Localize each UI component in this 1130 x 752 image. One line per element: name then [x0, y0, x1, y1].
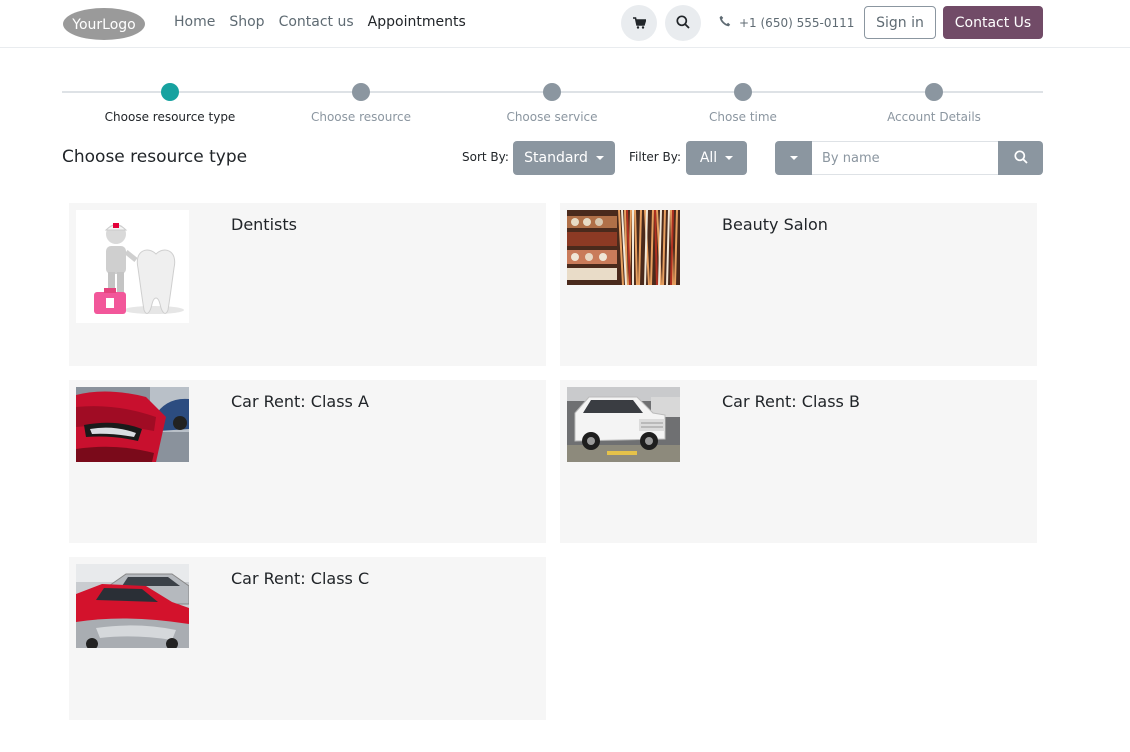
card-title: Dentists: [231, 215, 297, 234]
nav-appointments[interactable]: Appointments: [368, 14, 466, 30]
car-class-b-image: [567, 387, 680, 462]
nav-contact-us[interactable]: Contact us: [279, 14, 354, 30]
search-options-dropdown[interactable]: [775, 141, 812, 175]
car-class-c-image: [76, 564, 189, 648]
sort-dropdown[interactable]: Standard: [513, 141, 615, 175]
nav-home[interactable]: Home: [174, 14, 215, 30]
filter-value: All: [699, 150, 718, 166]
search-icon: [676, 14, 690, 33]
beauty-salon-image: [567, 210, 680, 285]
contact-us-button[interactable]: Contact Us: [943, 6, 1043, 39]
step-dot: [352, 83, 370, 101]
resource-card-car-rent-class-b[interactable]: Car Rent: Class B: [560, 380, 1037, 543]
step-choose-service: Choose service: [457, 83, 647, 124]
search-input[interactable]: [812, 141, 998, 175]
step-label: Account Details: [887, 110, 981, 124]
phone-icon: [719, 15, 731, 30]
resource-card-car-rent-class-a[interactable]: Car Rent: Class A: [69, 380, 546, 543]
header-search-button[interactable]: [665, 5, 701, 41]
filter-by-label: Filter By:: [629, 150, 682, 164]
filter-dropdown[interactable]: All: [686, 141, 747, 175]
step-dot-active: [161, 83, 179, 101]
nav-shop[interactable]: Shop: [229, 14, 264, 30]
step-label: Chose time: [709, 110, 777, 124]
sign-in-button[interactable]: Sign in: [864, 6, 936, 39]
cart-button[interactable]: [621, 5, 657, 41]
step-account-details: Account Details: [839, 83, 1029, 124]
resource-card-dentists[interactable]: Dentists: [69, 203, 546, 366]
cart-icon: [632, 14, 647, 33]
step-choose-resource: Choose resource: [266, 83, 456, 124]
step-dot: [734, 83, 752, 101]
dentist-image: [76, 210, 189, 323]
resource-card-beauty-salon[interactable]: Beauty Salon: [560, 203, 1037, 366]
step-choose-resource-type: Choose resource type: [75, 83, 265, 124]
caret-down-icon: [789, 156, 798, 160]
main-nav: Home Shop Contact us Appointments: [174, 14, 466, 30]
search-icon: [1013, 149, 1028, 168]
card-title: Car Rent: Class C: [231, 569, 370, 588]
search-submit-button[interactable]: [998, 141, 1043, 175]
page-title: Choose resource type: [62, 147, 248, 167]
logo[interactable]: YourLogo: [62, 7, 146, 41]
sort-by-label: Sort By:: [462, 150, 509, 164]
card-title: Beauty Salon: [722, 215, 828, 234]
caret-down-icon: [725, 156, 734, 160]
logo-text: YourLogo: [71, 17, 135, 33]
step-dot: [543, 83, 561, 101]
resource-card-car-rent-class-c[interactable]: Car Rent: Class C: [69, 557, 546, 720]
caret-down-icon: [595, 156, 604, 160]
step-dot: [925, 83, 943, 101]
phone-link[interactable]: +1 (650) 555-0111: [719, 15, 854, 30]
step-chose-time: Chose time: [648, 83, 838, 124]
sort-value: Standard: [524, 150, 588, 166]
card-title: Car Rent: Class B: [722, 392, 860, 411]
step-label: Choose service: [506, 110, 598, 124]
step-label: Choose resource: [310, 110, 412, 124]
search-group: [775, 141, 1043, 175]
phone-number: +1 (650) 555-0111: [739, 15, 855, 30]
step-label: Choose resource type: [104, 110, 236, 124]
card-title: Car Rent: Class A: [231, 392, 369, 411]
car-class-a-image: [76, 387, 189, 462]
site-header: YourLogo Home Shop Contact us Appointmen…: [0, 0, 1130, 48]
